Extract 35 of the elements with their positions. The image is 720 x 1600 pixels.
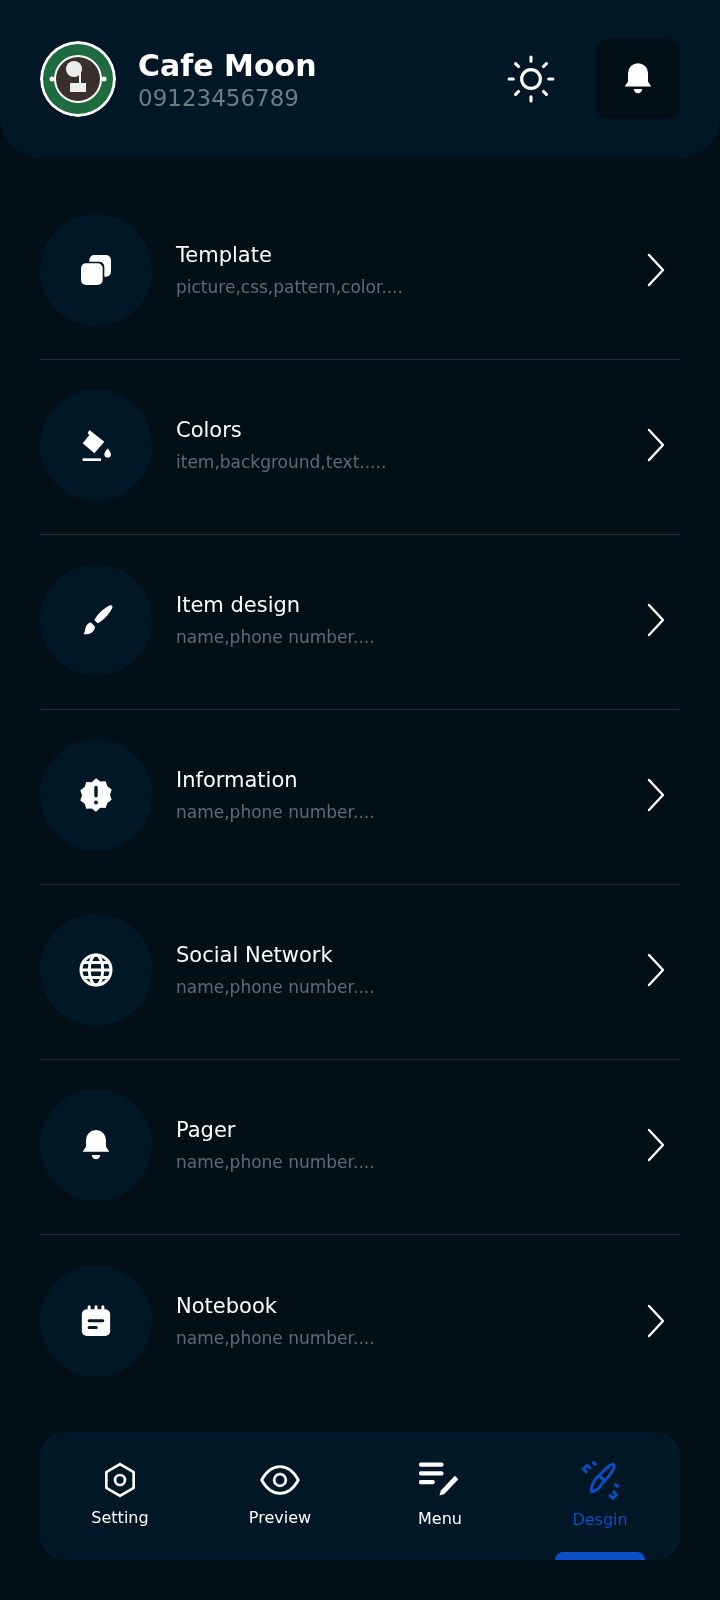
row-subtitle: name,phone number.... bbox=[176, 1152, 376, 1172]
settings-row[interactable]: Notebook name,phone number.... bbox=[40, 1235, 680, 1410]
phone-number: 09123456789 bbox=[138, 84, 300, 111]
row-subtitle: name,phone number.... bbox=[176, 1327, 376, 1348]
row-title: Notebook bbox=[176, 1293, 278, 1318]
row-subtitle: name,phone number.... bbox=[176, 627, 376, 647]
row-subtitle: item,background,text..... bbox=[176, 452, 388, 472]
notification-button[interactable] bbox=[596, 39, 680, 119]
nav-tab[interactable]: Menu bbox=[360, 1432, 520, 1560]
chevron-right-icon bbox=[646, 602, 666, 638]
settings-row[interactable]: Item design name,phone number.... bbox=[40, 535, 680, 710]
row-subtitle: name,phone number.... bbox=[176, 802, 376, 822]
row-title: Item design bbox=[176, 593, 302, 617]
row-title: Template bbox=[176, 243, 273, 267]
settings-row[interactable]: Pager name,phone number.... bbox=[40, 1060, 680, 1235]
chevron-right-icon bbox=[646, 252, 666, 288]
chevron-right-icon bbox=[646, 1127, 666, 1163]
row-title: Social Network bbox=[176, 943, 334, 967]
cafe-name: Cafe Moon bbox=[138, 47, 318, 83]
chevron-right-icon bbox=[646, 777, 666, 813]
chevron-right-icon bbox=[646, 952, 666, 988]
row-title: Colors bbox=[176, 418, 243, 442]
settings-row[interactable]: Social Network name,phone number.... bbox=[40, 885, 680, 1060]
sun-icon[interactable] bbox=[506, 54, 556, 104]
row-title: Pager bbox=[176, 1118, 237, 1142]
row-subtitle: name,phone number.... bbox=[176, 977, 376, 997]
settings-row[interactable]: Template picture,css,pattern,color.... bbox=[40, 185, 680, 360]
row-title: Information bbox=[176, 768, 299, 792]
nav-tab[interactable]: Preview bbox=[200, 1432, 360, 1560]
chevron-right-icon bbox=[646, 427, 666, 463]
row-subtitle: picture,css,pattern,color.... bbox=[176, 277, 405, 297]
settings-row[interactable]: Colors item,background,text..... bbox=[40, 360, 680, 535]
settings-row[interactable]: Information name,phone number.... bbox=[40, 710, 680, 885]
nav-tab[interactable]: Setting bbox=[40, 1432, 200, 1560]
chevron-right-icon bbox=[646, 1302, 666, 1339]
